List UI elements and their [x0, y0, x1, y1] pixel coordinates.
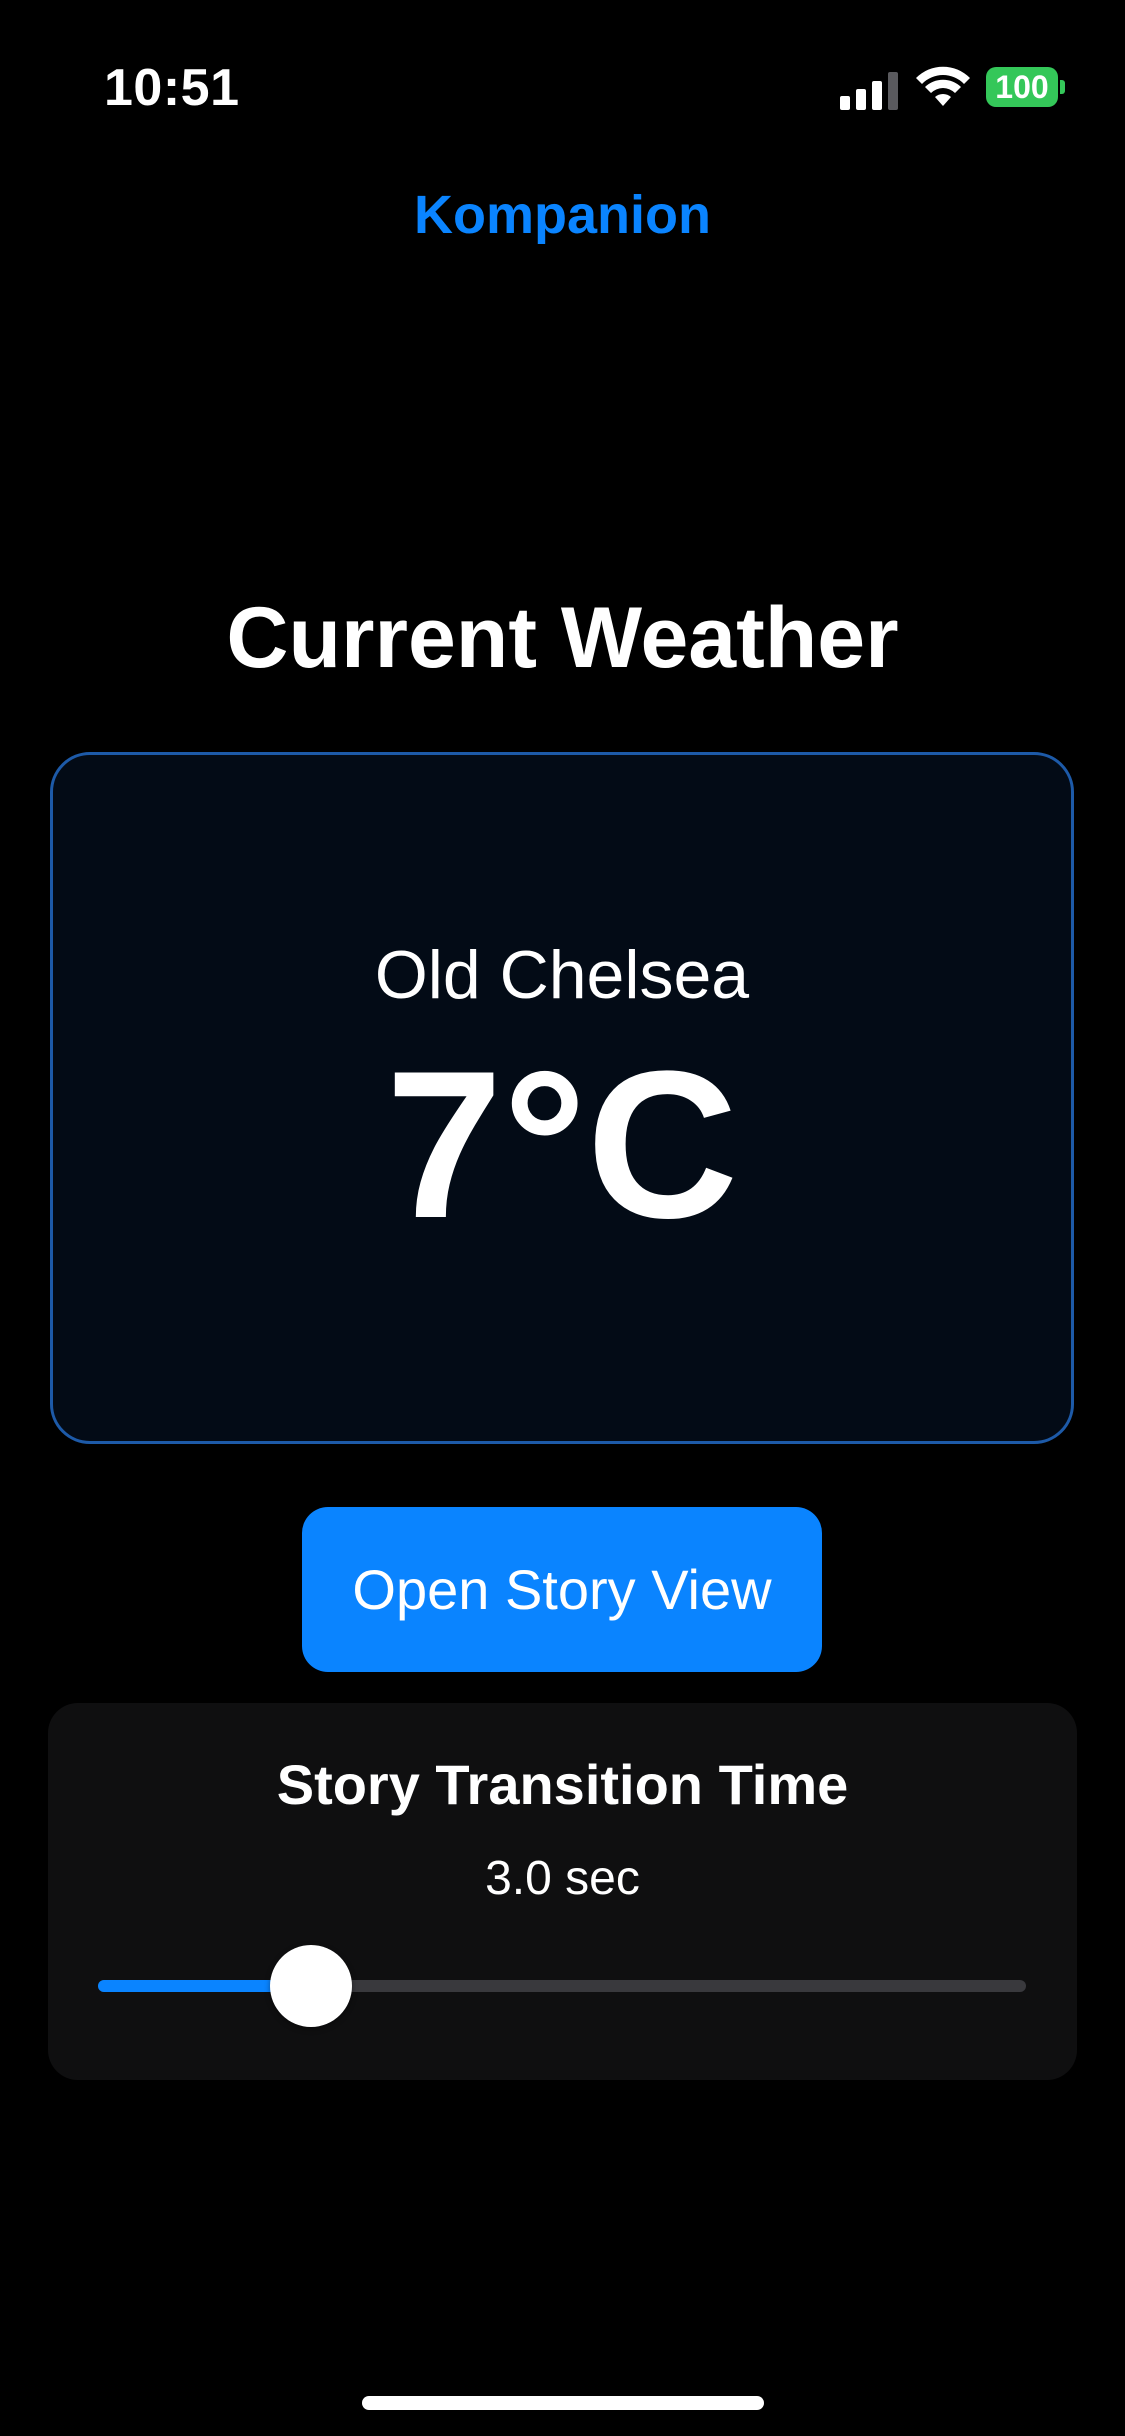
home-indicator[interactable]	[362, 2396, 764, 2410]
battery-indicator: 100	[986, 67, 1065, 107]
story-transition-value: 3.0 sec	[485, 1852, 640, 1905]
cellular-signal-icon	[840, 72, 898, 110]
weather-temperature: 7°C	[385, 1027, 739, 1262]
battery-level: 100	[995, 69, 1049, 105]
slider-thumb[interactable]	[270, 1945, 353, 2027]
wifi-icon	[916, 66, 970, 106]
status-time: 10:51	[104, 59, 240, 117]
weather-location: Old Chelsea	[374, 937, 750, 1013]
story-transition-title: Story Transition Time	[276, 1753, 849, 1816]
battery-cap	[1060, 80, 1065, 94]
nav-title: Kompanion	[414, 185, 711, 245]
open-story-view-button[interactable]: Open Story View	[302, 1507, 822, 1672]
story-transition-slider[interactable]	[98, 1945, 1026, 2027]
page-title: Current Weather	[226, 590, 899, 686]
weather-card: Old Chelsea 7°C	[50, 752, 1074, 1444]
story-transition-panel: Story Transition Time 3.0 sec	[48, 1703, 1077, 2080]
